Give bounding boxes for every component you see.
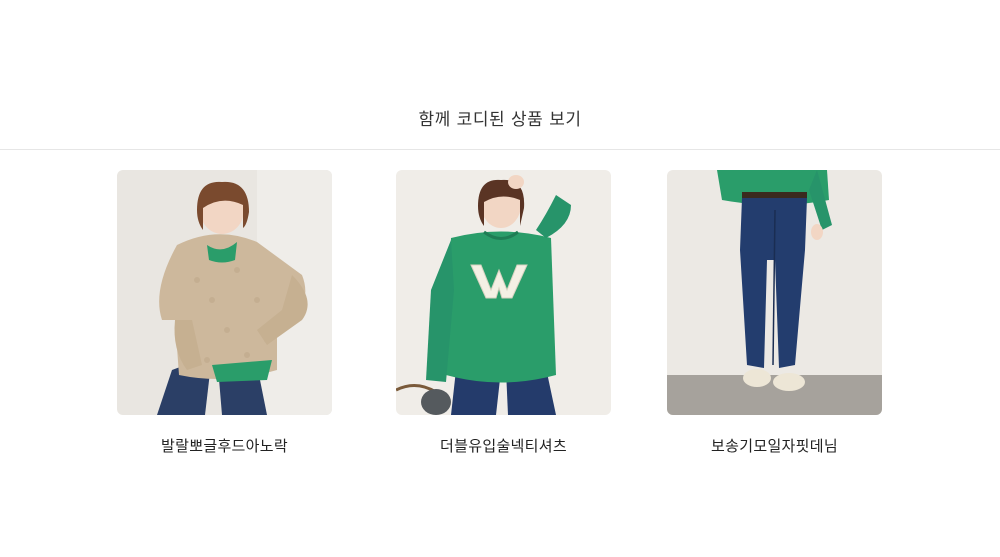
product-image[interactable] xyxy=(667,170,882,415)
coordinated-products-section: 함께 코디된 상품 보기 발랄뽀글후드아노락 더블유입술넥티셔츠 보송기모일자핏… xyxy=(0,0,1000,557)
product-image[interactable] xyxy=(117,170,332,415)
product-card[interactable]: 보송기모일자핏데님 xyxy=(667,170,882,456)
product-name[interactable]: 더블유입술넥티셔츠 xyxy=(396,435,611,456)
product-card[interactable]: 발랄뽀글후드아노락 xyxy=(117,170,332,456)
section-divider xyxy=(0,149,1000,150)
product-name[interactable]: 보송기모일자핏데님 xyxy=(667,435,882,456)
product-name[interactable]: 발랄뽀글후드아노락 xyxy=(117,435,332,456)
product-image[interactable] xyxy=(396,170,611,415)
product-card[interactable]: 더블유입술넥티셔츠 xyxy=(396,170,611,456)
section-title: 함께 코디된 상품 보기 xyxy=(418,110,582,130)
